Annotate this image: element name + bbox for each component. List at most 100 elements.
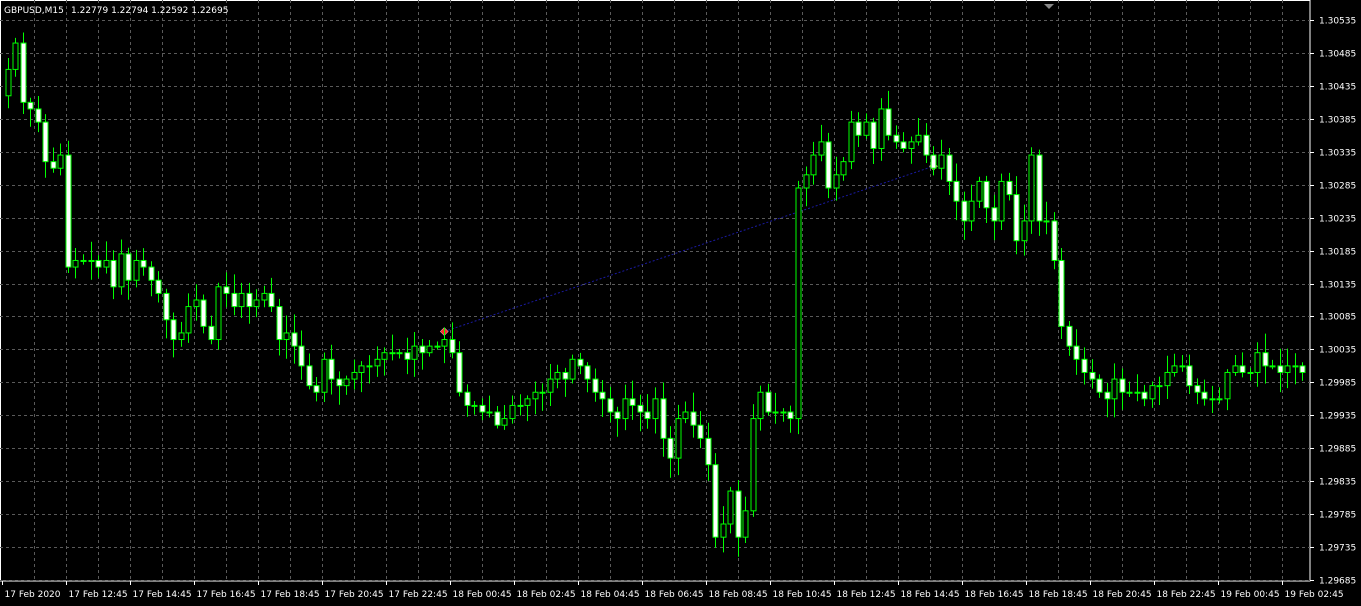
candle-body-bearish (1104, 391, 1111, 400)
candle-body-bearish (404, 352, 411, 360)
candle-body-bullish (178, 332, 185, 341)
price-tick-label: 1.30235 (1319, 215, 1356, 225)
candle-body-bullish (780, 411, 787, 414)
candle-body-bullish (5, 68, 12, 97)
candle-body-bullish (569, 358, 576, 380)
candle-body-bearish (328, 358, 335, 380)
candle-body-bullish (863, 121, 870, 136)
candle-body-bearish (110, 259, 117, 288)
candle-body-bearish (953, 180, 960, 202)
candle-body-bearish (246, 292, 253, 308)
time-tick-label: 18 Feb 10:45 (773, 590, 832, 600)
candle-body-bullish (524, 398, 531, 406)
candle-body-bearish (637, 404, 644, 413)
candle-body-bearish (1119, 378, 1126, 393)
candle-body-bullish (1028, 154, 1035, 222)
candle-body-bearish (712, 464, 719, 538)
candle-body-bullish (389, 352, 396, 355)
candle-body-bullish (539, 391, 546, 394)
candle-body-bullish (80, 259, 87, 262)
candle-body-bullish (757, 391, 764, 420)
candle-body-bullish (1209, 398, 1216, 401)
candle-body-bearish (65, 154, 72, 268)
candle-body-bearish (223, 286, 230, 294)
price-tick-label: 1.30485 (1319, 50, 1356, 60)
time-tick-label: 18 Feb 20:45 (1093, 590, 1152, 600)
candle-body-bearish (170, 319, 177, 341)
candle-body-bearish (1186, 365, 1193, 387)
price-chart[interactable]: 1.30535 1.30485 1.30435 1.30385 1.30335 1.302… (0, 0, 1361, 606)
candle-body-bearish (629, 398, 636, 406)
candle-body-bearish (1201, 391, 1208, 400)
candle-body-bullish (840, 161, 847, 176)
time-tick-label: 18 Feb 00:45 (453, 590, 512, 600)
candle-body-bearish (1073, 345, 1080, 360)
time-tick-label: 18 Feb 18:45 (1029, 590, 1088, 600)
time-tick-label: 18 Feb 14:45 (901, 590, 960, 600)
candle-body-bullish (1149, 385, 1156, 400)
candle-body-bearish (155, 279, 162, 294)
candle-body-bullish (848, 121, 855, 163)
candle-body-bullish (396, 352, 403, 355)
candle-body-bullish (118, 253, 125, 288)
candle-body-bullish (1292, 365, 1299, 368)
candle-body-bearish (291, 332, 298, 347)
candle-body-bullish (72, 259, 79, 268)
candle-body-bearish (1262, 352, 1269, 367)
candle-body-bearish (35, 108, 42, 123)
candle-body-bearish (1081, 358, 1088, 373)
candle-body-bearish (961, 200, 968, 222)
candle-body-bullish (803, 174, 810, 189)
candle-body-bullish (351, 371, 358, 380)
candle-body-bearish (855, 121, 862, 136)
price-tick-label: 1.30435 (1319, 83, 1356, 93)
candle-body-bearish (644, 411, 651, 420)
candle-body-bearish (456, 352, 463, 393)
candle-body-bullish (1232, 365, 1239, 373)
candle-body-bearish (614, 411, 621, 420)
candle-body-bullish (682, 411, 689, 420)
price-tick-label: 1.29835 (1319, 478, 1356, 488)
time-tick-label: 17 Feb 14:45 (133, 590, 192, 600)
candle-body-bullish (517, 404, 524, 407)
candle-body-bullish (1021, 220, 1028, 242)
candle-body-bullish (238, 292, 245, 308)
candle-body-bullish (554, 371, 561, 380)
candle-body-bearish (577, 358, 584, 367)
price-tick-label: 1.29935 (1319, 412, 1356, 422)
candle-body-bullish (968, 200, 975, 222)
price-tick-label: 1.29685 (1319, 577, 1356, 587)
candle-body-bearish (163, 292, 170, 321)
candle-body-bullish (772, 411, 779, 414)
price-tick-label: 1.30535 (1319, 17, 1356, 27)
candle-body-bullish (915, 134, 922, 143)
candle-body-bearish (27, 101, 34, 110)
candle-body-bearish (200, 299, 207, 327)
candle-body-bullish (133, 259, 140, 281)
candle-body-bearish (1096, 378, 1103, 393)
candle-body-bullish (193, 299, 200, 308)
candle-body-bullish (57, 154, 64, 169)
candle-body-bullish (283, 332, 290, 341)
candle-body-bullish (1043, 220, 1050, 223)
candle-body-bullish (742, 510, 749, 538)
candle-body-bullish (103, 259, 110, 268)
candle-body-bearish (825, 141, 832, 189)
candle-body-bearish (946, 154, 953, 182)
candle-body-bearish (464, 391, 471, 406)
time-tick-label: 17 Feb 12:45 (69, 590, 128, 600)
candle-body-bearish (20, 42, 27, 103)
time-tick-label: 18 Feb 02:45 (517, 590, 576, 600)
symbol-timeframe-label: GBPUSD,M15 (4, 6, 64, 16)
time-tick-label: 18 Feb 06:45 (645, 590, 704, 600)
candle-body-bearish (1141, 391, 1148, 400)
price-tick-label: 1.30035 (1319, 346, 1356, 356)
candle-body-bullish (471, 404, 478, 407)
candle-body-bullish (1179, 365, 1186, 368)
time-tick-label: 17 Feb 2020 (5, 590, 61, 600)
candle-body-bearish (494, 411, 501, 426)
candle-body-bearish (1277, 365, 1284, 373)
price-tick-label: 1.30335 (1319, 149, 1356, 159)
candle-body-bearish (1194, 385, 1201, 393)
candle-body-bullish (652, 398, 659, 420)
